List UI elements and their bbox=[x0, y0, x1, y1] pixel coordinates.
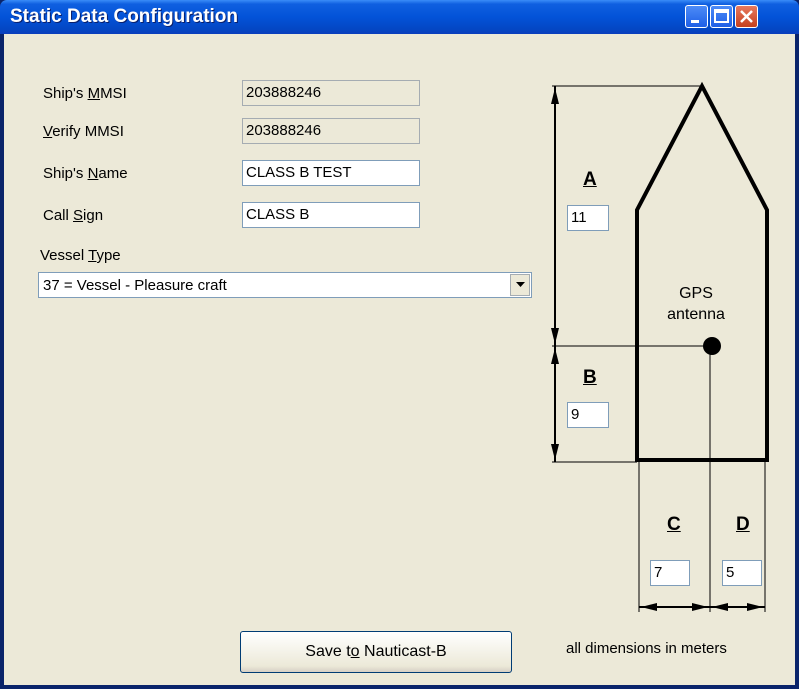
title-bar[interactable]: Static Data Configuration bbox=[0, 0, 799, 34]
gps-label-line2: antenna bbox=[667, 306, 725, 323]
minimize-button[interactable] bbox=[685, 5, 708, 28]
save-button[interactable]: Save to Nauticast-B bbox=[240, 631, 512, 673]
arrow-c-right bbox=[692, 603, 708, 611]
arrow-b-top bbox=[551, 348, 559, 364]
arrow-a-bottom bbox=[551, 328, 559, 344]
arrow-a-top bbox=[551, 88, 559, 104]
dimension-d-label: D bbox=[736, 514, 750, 535]
dimension-c-label: C bbox=[667, 514, 681, 535]
dimension-a-label: A bbox=[583, 169, 597, 190]
units-note: all dimensions in meters bbox=[566, 640, 727, 657]
window-title: Static Data Configuration bbox=[10, 6, 239, 27]
close-button[interactable] bbox=[735, 5, 758, 28]
dimension-c-field[interactable]: 7 bbox=[650, 560, 690, 586]
hull-outline bbox=[635, 81, 769, 462]
dimension-d-field[interactable]: 5 bbox=[722, 560, 762, 586]
arrow-b-bottom bbox=[551, 444, 559, 460]
arrow-c-left bbox=[641, 603, 657, 611]
dimension-b-field[interactable]: 9 bbox=[567, 402, 609, 428]
dimension-b-label: B bbox=[583, 367, 597, 388]
arrow-d-right bbox=[747, 603, 763, 611]
gps-label-line1: GPS bbox=[679, 285, 713, 302]
close-icon bbox=[740, 10, 753, 23]
maximize-button[interactable] bbox=[710, 5, 733, 28]
gps-antenna-icon bbox=[703, 337, 721, 355]
arrow-d-left bbox=[712, 603, 728, 611]
dialog-body: Ship's MMSI 203888246 Verify MMSI 203888… bbox=[4, 34, 795, 685]
boat-dimension-diagram bbox=[551, 81, 769, 612]
minimize-icon bbox=[691, 20, 699, 23]
maximize-icon bbox=[714, 9, 729, 23]
dimension-a-field[interactable]: 11 bbox=[567, 205, 609, 231]
window: Static Data Configuration Ship's MMSI 20… bbox=[0, 0, 799, 689]
